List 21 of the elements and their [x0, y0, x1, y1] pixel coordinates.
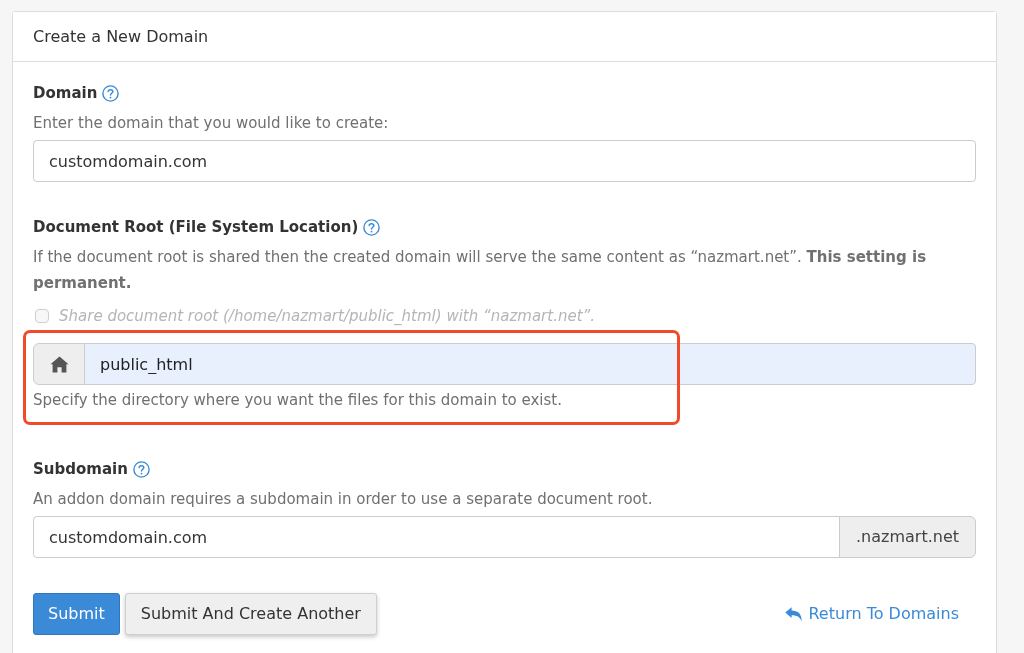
- field-note: Specify the directory where you want the files for this domain to exist.: [33, 390, 563, 411]
- directory-input[interactable]: public_html: [84, 343, 976, 385]
- text-input[interactable]: customdomain.com: [33, 140, 976, 182]
- field-description: An addon domain requires a subdomain in order to use a separate document root.: [33, 489, 654, 510]
- field-description: Enter the domain that you would like to create:: [33, 113, 390, 134]
- help-icon[interactable]: [363, 218, 381, 236]
- help-icon[interactable]: [102, 84, 120, 102]
- field-label: Domain: [33, 83, 98, 104]
- help-icon[interactable]: [132, 460, 150, 478]
- reply-arrow-icon: [785, 606, 803, 622]
- field-description: If the document root is shared then the created domain will serve the same content as “nazmart.net”. This setting is permanent.: [33, 247, 928, 294]
- checkbox-label: Share document root (/home/nazmart/public_html) with “nazmart.net”.: [59, 305, 596, 327]
- submit-another-button[interactable]: Submit And Create Another: [124, 593, 377, 635]
- home-icon: [49, 355, 69, 373]
- submit-button[interactable]: Submit: [33, 593, 120, 635]
- domain-suffix: .nazmart.net: [839, 516, 976, 558]
- text-input[interactable]: customdomain.com: [33, 516, 840, 558]
- return-link[interactable]: Return To Domains: [785, 602, 959, 626]
- field-label: Document Root (File System Location): [33, 217, 359, 238]
- panel-title: Create a New Domain: [33, 25, 209, 48]
- field-label: Subdomain: [33, 459, 128, 480]
